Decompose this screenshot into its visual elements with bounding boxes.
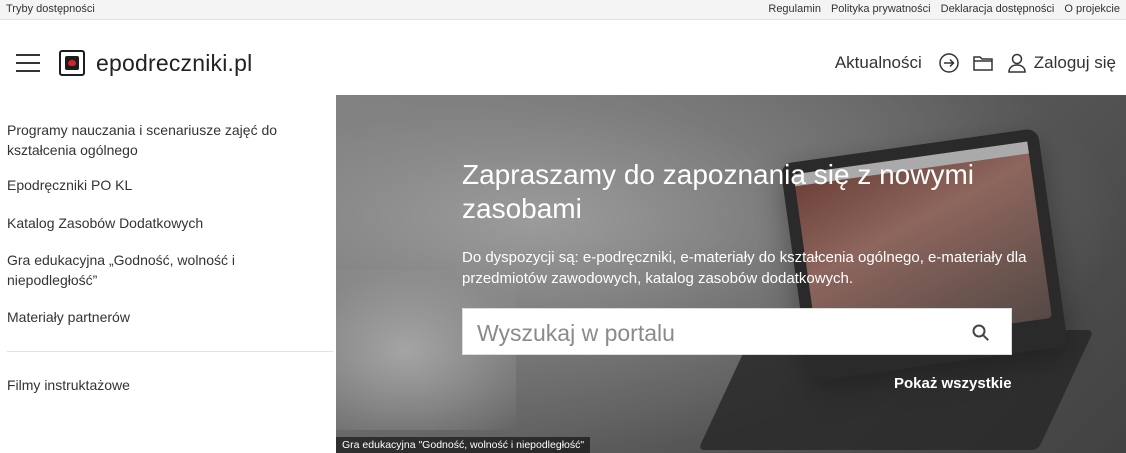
sidebar-item-tutorial-videos[interactable]: Filmy instruktażowe bbox=[7, 375, 307, 395]
search-icon[interactable] bbox=[971, 323, 991, 343]
site-header: epodreczniki.pl Aktualności Zaloguj się bbox=[0, 20, 1126, 95]
header-actions: Aktualności Zaloguj się bbox=[835, 50, 1116, 76]
site-logo-text[interactable]: epodreczniki.pl bbox=[96, 50, 252, 77]
utility-links: Regulamin Polityka prywatności Deklaracj… bbox=[768, 3, 1120, 15]
about-project-link[interactable]: O projekcie bbox=[1064, 3, 1120, 15]
sidebar-nav: Programy nauczania i scenariusze zajęć d… bbox=[0, 95, 336, 453]
accessibility-modes-link[interactable]: Tryby dostępności bbox=[6, 3, 95, 15]
menu-icon[interactable] bbox=[16, 54, 40, 72]
sidebar-divider bbox=[7, 351, 333, 352]
hero-banner: Zapraszamy do zapoznania się z nowymi za… bbox=[336, 95, 1126, 453]
show-all-link[interactable]: Pokaż wszystkie bbox=[894, 375, 1012, 392]
sidebar-item-educational-game[interactable]: Gra edukacyjna „Godność, wolność i niepo… bbox=[7, 250, 307, 290]
login-label: Zaloguj się bbox=[1033, 53, 1116, 72]
hero-title: Zapraszamy do zapoznania się z nowymi za… bbox=[462, 159, 975, 224]
sidebar-item-catalog[interactable]: Katalog Zasobów Dodatkowych bbox=[7, 213, 307, 233]
hero-caption: Gra edukacyjna "Godność, wolność i niepo… bbox=[336, 437, 591, 453]
search-box bbox=[462, 308, 1012, 355]
search-input[interactable] bbox=[475, 315, 959, 351]
login-button[interactable]: Zaloguj się bbox=[1004, 50, 1116, 76]
user-icon bbox=[1004, 50, 1030, 76]
utility-bar: Tryby dostępności Regulamin Polityka pry… bbox=[0, 0, 1126, 20]
privacy-policy-link[interactable]: Polityka prywatności bbox=[831, 3, 931, 15]
sidebar-item-partner-materials[interactable]: Materiały partnerów bbox=[7, 307, 307, 327]
accessibility-statement-link[interactable]: Deklaracja dostępności bbox=[941, 3, 1055, 15]
terms-link[interactable]: Regulamin bbox=[768, 3, 821, 15]
book-logo-icon[interactable] bbox=[59, 50, 85, 76]
hero-subtitle: Do dyspozycji są: e-podręczniki, e-mater… bbox=[462, 249, 1027, 287]
sidebar-item-curricula[interactable]: Programy nauczania i scenariusze zajęć d… bbox=[7, 120, 307, 160]
folder-icon[interactable] bbox=[970, 50, 996, 76]
sidebar-item-po-kl[interactable]: Epodręczniki PO KL bbox=[7, 175, 307, 195]
sign-in-icon[interactable] bbox=[936, 50, 962, 76]
news-link[interactable]: Aktualności bbox=[835, 53, 922, 73]
